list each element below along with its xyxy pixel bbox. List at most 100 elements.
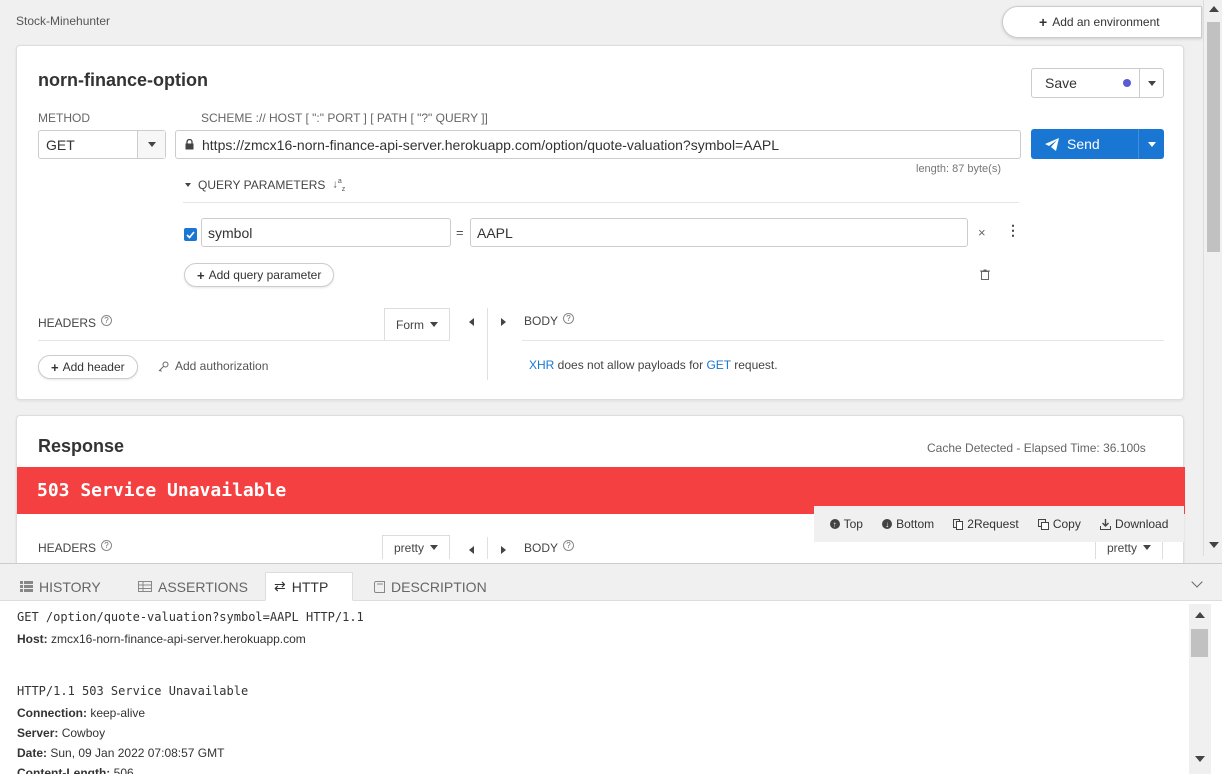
arrow-up-icon: ↑ <box>829 519 840 529</box>
header-value: Cowboy <box>58 726 106 740</box>
header-key: Host: <box>17 632 48 646</box>
scroll-thumb[interactable] <box>1191 629 1208 657</box>
send-label: Send <box>1067 136 1100 152</box>
header-value: 506 <box>110 766 134 774</box>
server-header-line: Server: Cowboy <box>17 726 105 740</box>
tab-description-label: DESCRIPTION <box>391 578 487 595</box>
send-dropdown[interactable] <box>1138 129 1164 159</box>
app-title: Stock-Minehunter <box>16 14 111 28</box>
paper-plane-icon <box>1045 137 1059 151</box>
content-length-header-line: Content-Length: 506 <box>17 766 134 774</box>
add-query-param-label: Add query parameter <box>208 268 322 282</box>
help-icon[interactable]: ? <box>563 539 575 551</box>
response-headers-pretty-dropdown[interactable]: pretty <box>382 535 450 559</box>
key-icon <box>158 361 169 372</box>
top-label: Top <box>843 517 863 531</box>
http-log-scrollbar[interactable] <box>1189 604 1211 774</box>
remove-param-icon[interactable]: × <box>978 225 986 240</box>
help-icon[interactable]: ? <box>101 539 113 551</box>
header-key: Server: <box>17 726 59 740</box>
exchange-icon: ⇄ <box>274 578 286 594</box>
xhr-link[interactable]: XHR <box>529 358 554 372</box>
book-icon <box>374 580 385 593</box>
add-query-param-button[interactable]: + Add query parameter <box>184 263 335 287</box>
trash-icon[interactable] <box>980 268 990 283</box>
download-button[interactable]: Download <box>1100 517 1168 531</box>
url-input[interactable]: https://zmcx16-norn-finance-api-server.h… <box>175 130 1021 159</box>
response-headers-label: HEADERS <box>38 541 97 555</box>
method-label: METHOD <box>38 111 90 125</box>
xhr-text: does not allow payloads for <box>554 358 707 372</box>
scroll-up-icon[interactable] <box>1209 6 1219 12</box>
header-key: Connection: <box>17 706 87 720</box>
sort-icon[interactable]: ↓az <box>332 178 345 193</box>
method-dropdown[interactable] <box>137 131 165 158</box>
plus-icon: + <box>51 359 59 375</box>
expand-right-icon[interactable] <box>501 318 506 326</box>
add-authorization-label: Add authorization <box>175 359 269 373</box>
method-select[interactable]: GET <box>38 130 166 159</box>
add-authorization-link[interactable]: Add authorization <box>158 359 268 373</box>
query-params-toggle[interactable]: QUERY PARAMETERS ↓az <box>185 178 345 193</box>
method-value: GET <box>46 136 75 153</box>
copy-icon <box>1037 518 1049 530</box>
tab-history[interactable]: HISTORY <box>12 572 109 601</box>
scroll-up-icon[interactable] <box>1195 612 1205 618</box>
header-key: Date: <box>17 746 48 760</box>
xhr-text-end: request. <box>730 358 778 372</box>
add-header-label: Add header <box>62 360 125 374</box>
copy-doc-icon <box>953 518 964 530</box>
copy-button[interactable]: Copy <box>1037 517 1081 531</box>
equals-sign: = <box>456 225 464 240</box>
send-button[interactable]: Send <box>1031 129 1164 159</box>
scroll-thumb[interactable] <box>1207 22 1220 252</box>
headers-label: HEADERS <box>38 316 97 330</box>
main-scrollbar[interactable] <box>1203 0 1222 556</box>
tab-assertions-label: ASSERTIONS <box>158 578 248 595</box>
headers-form-dropdown[interactable]: Form <box>384 308 450 340</box>
top-button[interactable]: ↑ Top <box>829 517 863 531</box>
copy-label: Copy <box>1052 517 1081 531</box>
get-link[interactable]: GET <box>706 358 730 372</box>
url-length: length: 87 byte(s) <box>916 163 1001 175</box>
to-request-label: 2Request <box>967 517 1019 531</box>
chevron-down-icon <box>185 183 191 188</box>
response-title: Response <box>38 436 125 456</box>
check-icon <box>186 230 195 239</box>
url-value: https://zmcx16-norn-finance-api-server.h… <box>202 136 780 153</box>
save-dropdown[interactable] <box>1139 69 1163 97</box>
save-label: Save <box>1045 75 1077 91</box>
request-name[interactable]: norn-finance-option <box>38 70 208 91</box>
bottom-button[interactable]: ↓ Bottom <box>882 517 934 531</box>
header-value: zmcx16-norn-finance-api-server.herokuapp… <box>47 632 306 646</box>
table-icon <box>138 581 152 592</box>
help-icon[interactable]: ? <box>101 314 113 326</box>
add-header-button[interactable]: + Add header <box>38 355 138 379</box>
header-value: keep-alive <box>87 706 146 720</box>
tab-http[interactable]: ⇄ HTTP <box>265 572 353 601</box>
body-section-label: BODY ? <box>524 312 575 328</box>
help-icon[interactable]: ? <box>563 312 575 324</box>
expand-right-icon[interactable] <box>501 546 506 554</box>
collapse-panel-icon[interactable] <box>1191 576 1203 588</box>
tab-assertions[interactable]: ASSERTIONS <box>130 572 256 601</box>
scroll-down-icon[interactable] <box>1209 542 1219 548</box>
param-value-input[interactable]: AAPL <box>470 218 968 247</box>
tab-description[interactable]: DESCRIPTION <box>366 572 495 601</box>
request-line: GET /option/quote-valuation?symbol=AAPL … <box>17 610 364 624</box>
cache-info: Cache Detected - Elapsed Time: 36.100s <box>927 441 1146 455</box>
pretty-label: pretty <box>1106 540 1137 555</box>
param-enabled-checkbox[interactable] <box>184 228 197 241</box>
more-options-icon[interactable]: ⋮ <box>1006 223 1020 237</box>
scroll-down-icon[interactable] <box>1195 756 1205 762</box>
param-key-input[interactable]: symbol <box>201 218 451 247</box>
to-request-button[interactable]: 2Request <box>953 517 1019 531</box>
header-value: Sun, 09 Jan 2022 07:08:57 GMT <box>47 746 225 760</box>
request-card: norn-finance-option Save METHOD SCHEME :… <box>16 45 1184 400</box>
save-button[interactable]: Save <box>1031 68 1164 98</box>
add-environment-button[interactable]: + Add an environment <box>1002 6 1202 38</box>
collapse-left-icon[interactable] <box>469 546 474 554</box>
plus-icon: + <box>197 267 205 283</box>
collapse-left-icon[interactable] <box>469 318 474 326</box>
response-body-label: BODY <box>524 541 559 555</box>
